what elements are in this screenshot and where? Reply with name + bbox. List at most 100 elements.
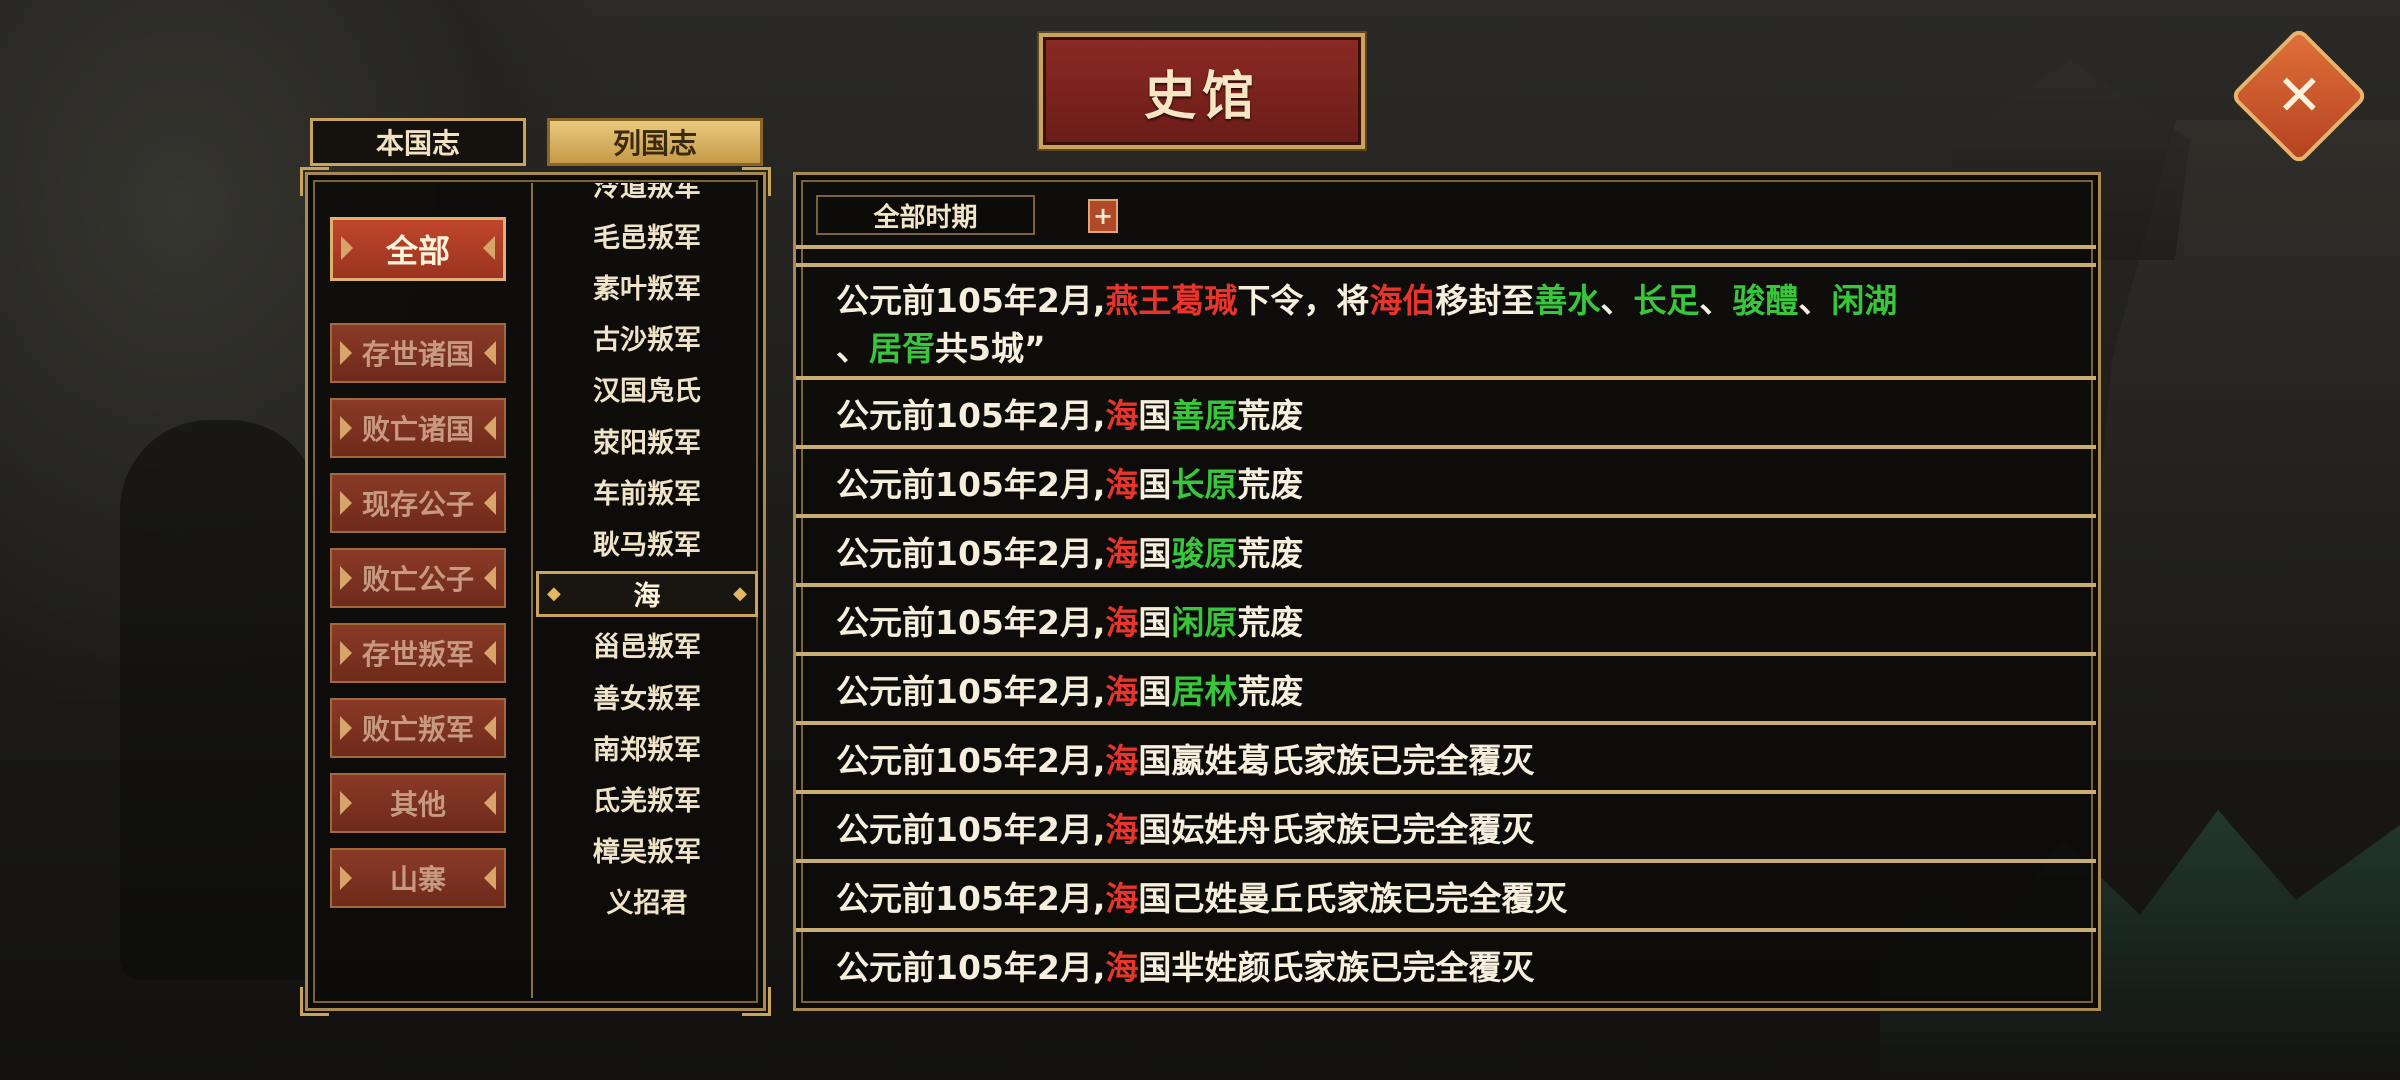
log-entry: 公元前105年2月,海国嬴姓葛氏家族已完全覆灭 xyxy=(796,721,2096,790)
log-text: 荒废 xyxy=(1237,533,1304,573)
country-item[interactable]: 甾邑叛军 xyxy=(536,622,758,668)
log-text: 、 xyxy=(1600,280,1634,320)
log-text: , xyxy=(1092,809,1106,849)
log-text: 国妘姓舟氏家族已完全覆灭 xyxy=(1138,809,1535,849)
category-button[interactable]: 败亡诸国 xyxy=(330,398,506,458)
log-entry: 公元前105年2月,海国长原荒废 xyxy=(796,445,2096,514)
log-text: 国己姓曼丘氏家族已完全覆灭 xyxy=(1138,878,1568,918)
log-text: 国 xyxy=(1138,533,1172,573)
country-item[interactable]: 汉国凫氏 xyxy=(536,366,758,412)
log-text: 荒废 xyxy=(1237,464,1304,504)
log-entry: 公元前105年2月,海国闲原荒废 xyxy=(796,583,2096,652)
country-item[interactable]: 古沙叛军 xyxy=(536,315,758,361)
corner-ornament xyxy=(300,167,329,196)
place-highlight: 长足 xyxy=(1633,280,1700,320)
log-text: , xyxy=(1092,280,1106,320)
log-text: 国 xyxy=(1138,395,1172,435)
country-item[interactable]: 南郑叛军 xyxy=(536,724,758,770)
country-item[interactable]: 义招君 xyxy=(536,878,758,924)
log-text: 荒废 xyxy=(1237,602,1304,642)
log-text: 荒废 xyxy=(1237,395,1304,435)
close-button[interactable]: ✕ xyxy=(2229,26,2369,166)
log-line: 公元前105年2月,海国善原荒废 xyxy=(836,389,1303,437)
period-add-button[interactable]: + xyxy=(1088,199,1118,233)
country-item[interactable]: 耿马叛军 xyxy=(536,519,758,565)
category-button[interactable]: 其他 xyxy=(330,773,506,833)
category-button[interactable]: 败亡公子 xyxy=(330,548,506,608)
country-item[interactable]: 荥阳叛军 xyxy=(536,417,758,463)
background-cliff xyxy=(2080,120,2400,720)
log-text: 公元前105年2月 xyxy=(836,533,1093,573)
log-entry-text: 公元前105年2月,海国芈姓颜氏家族已完全覆灭 xyxy=(836,941,1534,989)
close-icon: ✕ xyxy=(2275,62,2323,128)
log-text: 国 xyxy=(1138,671,1172,711)
log-entry: 公元前105年2月,燕王葛瑊下令，将海伯移封至善水、长足、骏醴、闲湖 、居胥共5城… xyxy=(796,263,2096,376)
tab-benguo[interactable]: 本国志 xyxy=(310,118,526,166)
log-entry-text: 公元前105年2月,海国骏原荒废 xyxy=(836,527,1303,575)
category-button[interactable]: 现存公子 xyxy=(330,473,506,533)
log-entry: 公元前105年2月,海国己姓曼丘氏家族已完全覆灭 xyxy=(796,859,2096,928)
log-text: 移封至 xyxy=(1435,280,1535,320)
log-text: 公元前105年2月 xyxy=(836,395,1093,435)
log-text: 国 xyxy=(1138,464,1172,504)
log-line: 公元前105年2月,海国己姓曼丘氏家族已完全覆灭 xyxy=(836,872,1567,920)
country-item[interactable]: 车前叛军 xyxy=(536,468,758,514)
log-entry-text: 公元前105年2月,海国嬴姓葛氏家族已完全覆灭 xyxy=(836,734,1534,782)
log-text: 公元前105年2月 xyxy=(836,602,1093,642)
place-highlight: 善原 xyxy=(1171,395,1238,435)
corner-ornament xyxy=(796,175,817,196)
category-button[interactable]: 山寨 xyxy=(330,848,506,908)
country-item[interactable]: 毛邑叛军 xyxy=(536,212,758,258)
corner-ornament xyxy=(300,987,329,1016)
log-line: 公元前105年2月,海国居林荒废 xyxy=(836,665,1303,713)
name-highlight: 海 xyxy=(1105,671,1139,711)
country-list[interactable]: 泠道叛军毛邑叛军素叶叛军古沙叛军汉国凫氏荥阳叛军车前叛军耿马叛军海甾邑叛军善女叛… xyxy=(536,183,758,1000)
background-figure xyxy=(120,420,320,980)
log-text: 公元前105年2月 xyxy=(836,809,1093,849)
place-highlight: 骏醴 xyxy=(1732,280,1799,320)
log-entry-text: 公元前105年2月,海国居林荒废 xyxy=(836,665,1303,713)
log-entry-text: 公元前105年2月,海国妘姓舟氏家族已完全覆灭 xyxy=(836,803,1534,851)
log-text: 、 xyxy=(1798,280,1832,320)
page-title: 史馆 xyxy=(1143,65,1260,127)
place-highlight: 闲湖 xyxy=(1831,280,1898,320)
name-highlight: 葛瑊 xyxy=(1171,280,1238,320)
log-text: 下令，将 xyxy=(1237,280,1370,320)
country-item[interactable]: 素叶叛军 xyxy=(536,263,758,309)
log-text: 公元前105年2月 xyxy=(836,740,1093,780)
country-item[interactable]: 善女叛军 xyxy=(536,673,758,719)
log-entry-text: 公元前105年2月,海国己姓曼丘氏家族已完全覆灭 xyxy=(836,872,1567,920)
name-highlight: 海 xyxy=(1105,602,1139,642)
place-highlight: 善水 xyxy=(1534,280,1601,320)
log-entry: 公元前105年2月,海国居林荒废 xyxy=(796,652,2096,721)
tab-lieguo[interactable]: 列国志 xyxy=(547,118,763,166)
log-entry-text: 公元前105年2月,海国善原荒废 xyxy=(836,389,1303,437)
name-highlight: 海 xyxy=(1105,740,1139,780)
log-text: 公元前105年2月 xyxy=(836,464,1093,504)
log-text: , xyxy=(1092,464,1106,504)
log-entry: 公元前105年2月,海国妘姓舟氏家族已完全覆灭 xyxy=(796,790,2096,859)
log-entry: 公元前105年2月,海国芈姓颜氏家族已完全覆灭 xyxy=(796,928,2096,997)
log-entry-text: 公元前105年2月,海国长原荒废 xyxy=(836,458,1303,506)
log-text: 公元前105年2月 xyxy=(836,280,1093,320)
category-button[interactable]: 败亡叛军 xyxy=(330,698,506,758)
country-item[interactable]: 海 xyxy=(536,570,758,617)
log-text: , xyxy=(1092,602,1106,642)
category-button[interactable]: 存世诸国 xyxy=(330,323,506,383)
left-panel: 全部存世诸国败亡诸国现存公子败亡公子存世叛军败亡叛军其他山寨 泠道叛军毛邑叛军素… xyxy=(300,167,771,1016)
name-highlight: 海 xyxy=(1105,395,1139,435)
log-text: , xyxy=(1092,878,1106,918)
log-text: , xyxy=(1092,740,1106,780)
log-text: 荒废 xyxy=(1237,671,1304,711)
period-select[interactable]: 全部时期 xyxy=(816,195,1035,235)
log-text: , xyxy=(1092,947,1106,987)
category-button[interactable]: 全部 xyxy=(330,217,506,281)
country-item[interactable]: 氐羌叛军 xyxy=(536,775,758,821)
country-item[interactable]: 泠道叛军 xyxy=(536,183,758,207)
place-highlight: 长原 xyxy=(1171,464,1238,504)
place-highlight: 居胥 xyxy=(869,328,935,368)
name-highlight: 海 xyxy=(1105,947,1139,987)
log-line: 公元前105年2月,海国长原荒废 xyxy=(836,458,1303,506)
country-item[interactable]: 樟吴叛军 xyxy=(536,827,758,873)
category-button[interactable]: 存世叛军 xyxy=(330,623,506,683)
